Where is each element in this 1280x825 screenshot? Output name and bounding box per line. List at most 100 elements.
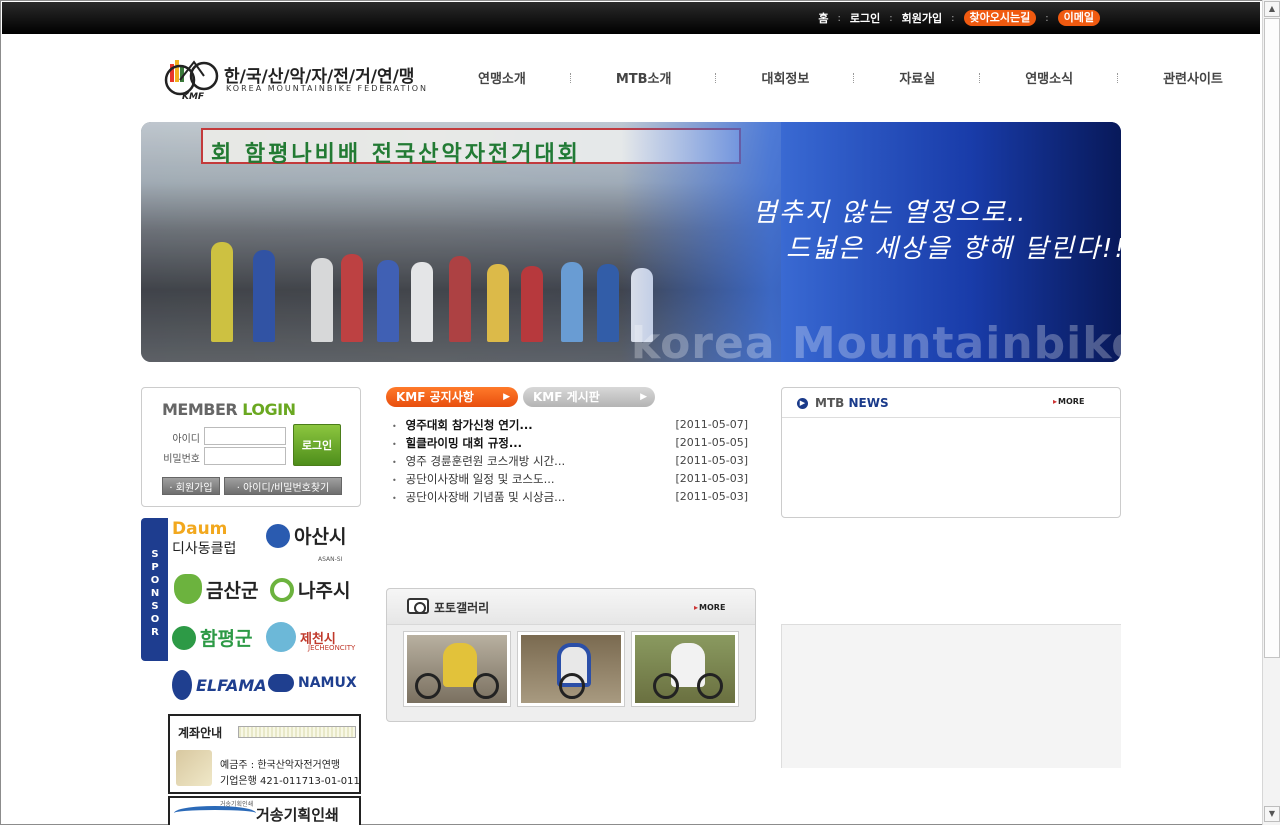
account-title: 계좌안내 [178,726,223,740]
arrow-circle-icon: ▶ [797,398,808,409]
rider-figure [521,266,543,342]
sponsor-name: 함평군 [200,628,253,650]
account-info-box: 계좌안내 예금주 : 한국산악자전거연맹 기업은행 421-011713-01-… [168,714,361,794]
join-link[interactable]: 회원가입 [902,10,942,26]
account-decorative-bar [238,726,356,738]
separator: : [889,12,893,24]
site-logo[interactable]: KMF 한/국/산/악/자/전/거/연/맹 KOREA MOUNTAINBIKE… [160,52,426,104]
separator: : [1045,12,1049,24]
rider-figure [411,262,433,342]
tab-board[interactable]: KMF 게시판 ▶ [523,387,655,407]
sponsor-logos: Daum 디사동클럽 아산시 ASAN-SI 금산군 나주시 함평군 제천시 J… [168,518,363,713]
list-item[interactable]: • 영주대회 참가신청 연기... [2011-05-07] [392,416,748,434]
nav-separator [715,72,717,83]
tab-notice[interactable]: KMF 공지사항 ▶ [386,387,518,407]
list-item[interactable]: • 영주 경륜훈련원 코스개방 시간... [2011-05-03] [392,452,748,470]
nav-item-about[interactable]: 연맹소개 [478,68,526,87]
gallery-thumbnail[interactable] [517,631,625,707]
notice-list: • 영주대회 참가신청 연기... [2011-05-07] • 힐클라이밍 대… [392,416,748,506]
notice-date: [2011-05-03] [675,472,748,485]
account-number: 기업은행 421-011713-01-011 [220,776,360,787]
nav-item-events[interactable]: 대회정보 [761,68,809,87]
login-title-member: MEMBER [162,400,238,419]
rider-figure [487,264,509,342]
separator: : [951,12,955,24]
arrow-right-icon: ▶ [640,392,647,402]
jecheon-logo-icon [266,622,296,652]
scroll-up-icon[interactable]: ▲ [1264,1,1280,17]
banner-slogan-line2: 드넓은 세상을 향해 달린다!! [786,234,1121,264]
print-small-label: 거송기획인쇄 [220,801,254,808]
print-company-banner[interactable]: 거송기획인쇄 거송기획인쇄 [168,796,361,825]
notice-title: 공단이사장배 일정 및 코스도... [405,472,555,486]
account-holder: 예금주 : 한국산악자전거연맹 [220,760,341,771]
nav-item-mtb[interactable]: MTB소개 [616,68,672,87]
gallery-more-link[interactable]: MORE [694,603,725,612]
join-button[interactable]: · 회원가입 [162,477,220,495]
top-links: 홈 : 로그인 : 회원가입 : 찾아오시는길 : 이메일 [818,10,1100,26]
rider-figure [253,250,275,342]
photo-gallery: 포토갤러리 MORE [386,588,756,722]
nav-item-news[interactable]: 연맹소식 [1025,68,1073,87]
id-input[interactable] [204,427,286,445]
ad-area [781,624,1121,768]
login-link[interactable]: 로그인 [850,10,880,26]
login-button[interactable]: 로그인 [293,424,341,466]
scroll-thumb[interactable] [1264,18,1280,658]
gallery-title: 포토갤러리 [434,601,490,615]
list-item[interactable]: • 공단이사장배 일정 및 코스도... [2011-05-03] [392,470,748,488]
nav-separator [853,72,855,83]
sponsor-asan[interactable]: 아산시 [266,522,346,549]
mtb-news-box: ▶ MTB NEWS MORE [781,387,1121,518]
list-item[interactable]: • 공단이사장배 기념품 및 시상금... [2011-05-03] [392,488,748,506]
sponsor-name: 나주시 [298,580,351,602]
rider-figure [311,258,333,342]
find-account-button[interactable]: · 아이디/비밀번호찾기 [224,477,342,495]
rider-figure [377,260,399,342]
notice-date: [2011-05-07] [675,418,748,431]
scroll-down-icon[interactable]: ▼ [1264,806,1280,822]
daum-logo: Daum [172,519,228,539]
password-input[interactable] [204,447,286,465]
sponsor-name: 디사동클럽 [172,541,237,557]
separator: : [837,12,841,24]
arrow-right-icon: ▶ [503,392,510,402]
asan-english: ASAN-SI [318,556,343,563]
asan-logo-icon [266,523,290,548]
bullet-icon: • [392,494,397,503]
nav-item-links[interactable]: 관련사이트 [1163,68,1223,87]
email-link[interactable]: 이메일 [1057,10,1100,26]
camera-icon [407,598,429,614]
sponsor-daum[interactable]: Daum 디사동클럽 [172,520,236,558]
news-more-link[interactable]: MORE [1053,397,1084,406]
top-bar: 홈 : 로그인 : 회원가입 : 찾아오시는길 : 이메일 [2,2,1260,34]
sponsor-hampyeong[interactable]: 함평군 [172,624,252,651]
naju-logo-icon [270,577,294,602]
notice-title: 영주대회 참가신청 연기... [405,418,533,432]
tab-board-label: KMF 게시판 [533,390,600,404]
directions-link[interactable]: 찾아오시는길 [963,10,1037,26]
sponsor-geumsan[interactable]: 금산군 [174,574,258,604]
list-item[interactable]: • 힐클라이밍 대회 규정... [2011-05-05] [392,434,748,452]
gallery-thumbnail[interactable] [631,631,739,707]
gallery-thumbnail[interactable] [403,631,511,707]
sponsor-naju[interactable]: 나주시 [270,576,350,603]
namux-logo-icon [268,674,294,692]
sponsor-elfama[interactable]: ELFAMA [172,670,267,700]
hampyeong-logo-icon [172,625,196,650]
sponsor-name: 아산시 [294,526,347,548]
cyclist-photo [407,635,507,703]
cyclist-photo [521,635,621,703]
sponsor-tab-label: SPONSOR [150,549,160,638]
news-title-mtb: MTB [815,396,845,410]
logo-english: KOREA MOUNTAINBIKE FEDERATION [226,84,429,93]
sponsor-namux[interactable]: NAMUX [268,674,357,692]
jecheon-english: JECHEONCITY [308,644,356,652]
nav-item-archive[interactable]: 자료실 [899,68,935,87]
nav-separator [1117,72,1119,83]
vertical-scrollbar[interactable]: ▲ ▼ [1262,0,1280,825]
rider-figure [561,262,583,342]
home-link[interactable]: 홈 [818,10,828,26]
sponsor-name: NAMUX [298,675,357,691]
tab-notice-label: KMF 공지사항 [396,390,474,404]
